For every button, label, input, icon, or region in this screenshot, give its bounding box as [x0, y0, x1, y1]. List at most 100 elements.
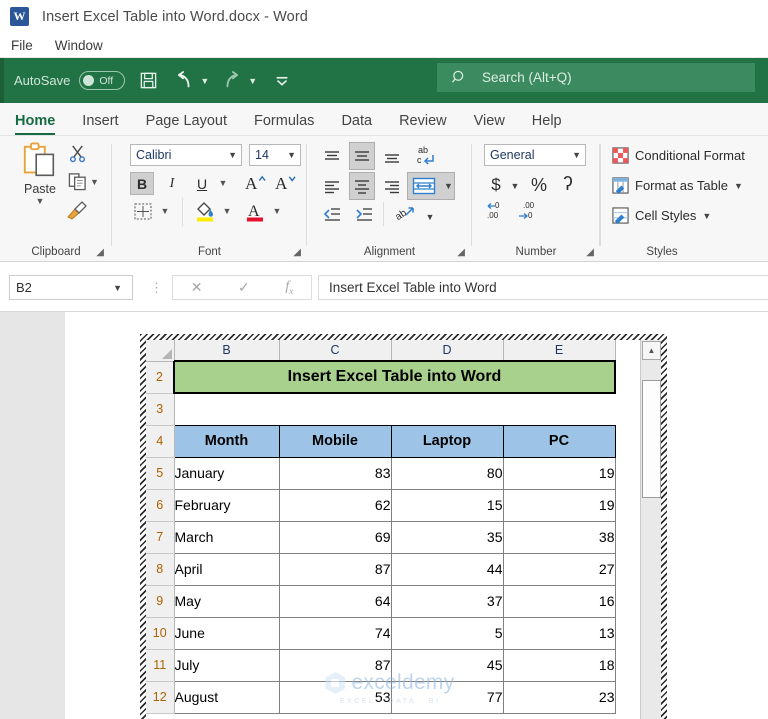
undo-dropdown-caret-icon[interactable]: ▼ — [200, 76, 209, 86]
cell-D8[interactable]: 44 — [391, 553, 504, 586]
cell-E8[interactable]: 27 — [503, 553, 616, 586]
tab-page-layout[interactable]: Page Layout — [146, 113, 227, 135]
row-header-6[interactable]: 6 — [146, 489, 175, 522]
increase-font-size-button[interactable]: A — [242, 170, 268, 195]
clipboard-dialog-launcher[interactable]: ◢ — [96, 247, 104, 258]
cell-C9[interactable]: 64 — [279, 585, 392, 618]
cell-E3[interactable] — [503, 393, 615, 425]
cell-B5[interactable]: January — [174, 457, 280, 490]
chevron-down-icon[interactable]: ▼ — [572, 150, 585, 160]
cell-D11[interactable]: 45 — [391, 649, 504, 682]
cell-E5[interactable]: 19 — [503, 457, 616, 490]
cell-C8[interactable]: 87 — [279, 553, 392, 586]
accounting-format-button[interactable]: $ — [486, 174, 506, 196]
format-as-table-caret-icon[interactable]: ▼ — [734, 181, 743, 191]
cell-styles-button[interactable]: Cell Styles ▼ — [612, 207, 711, 224]
merge-dropdown-caret-icon[interactable]: ▼ — [444, 181, 453, 191]
row-header-12[interactable]: 12 — [146, 681, 175, 714]
number-format-combobox[interactable]: General ▼ — [484, 144, 586, 166]
bold-button[interactable]: B — [130, 172, 154, 195]
cell-E10[interactable]: 13 — [503, 617, 616, 650]
sheet-vertical-scrollbar[interactable]: ▲ — [640, 340, 661, 719]
cell-B6[interactable]: February — [174, 489, 280, 522]
row-header-9[interactable]: 9 — [146, 585, 175, 618]
align-top-button[interactable] — [321, 146, 343, 167]
cancel-icon[interactable]: ✕ — [191, 279, 203, 296]
column-header-C[interactable]: C — [279, 340, 392, 362]
cell-B9[interactable]: May — [174, 585, 280, 618]
font-name-combobox[interactable]: Calibri ▼ — [130, 144, 242, 166]
comma-style-button[interactable]: ʔ — [558, 174, 578, 196]
cell-B2[interactable]: Insert Excel Table into Word — [173, 360, 616, 394]
font-dialog-launcher[interactable]: ◢ — [293, 247, 301, 258]
cell-E9[interactable]: 16 — [503, 585, 616, 618]
save-button[interactable] — [133, 66, 163, 96]
copy-dropdown-caret-icon[interactable]: ▼ — [90, 177, 99, 187]
tab-home[interactable]: Home — [15, 113, 56, 135]
tab-formulas[interactable]: Formulas — [254, 113, 314, 135]
cell-D12[interactable]: 77 — [391, 681, 504, 714]
menu-item-window[interactable]: Window — [55, 38, 103, 53]
select-all-corner[interactable] — [146, 340, 175, 362]
align-right-button[interactable] — [381, 176, 403, 197]
column-header-E[interactable]: E — [503, 340, 616, 362]
paste-dropdown-caret-icon[interactable]: ▼ — [14, 196, 66, 206]
increase-decimal-button[interactable]: 0 .00 — [484, 200, 512, 222]
row-header-11[interactable]: 11 — [146, 649, 175, 682]
cell-B4[interactable]: Month — [173, 424, 280, 458]
cell-C10[interactable]: 74 — [279, 617, 392, 650]
cell-E7[interactable]: 38 — [503, 521, 616, 554]
align-bottom-button[interactable] — [381, 146, 403, 167]
redo-dropdown-caret-icon[interactable]: ▼ — [248, 76, 257, 86]
copy-button[interactable] — [68, 172, 87, 191]
autosave-toggle[interactable]: Off — [79, 71, 126, 90]
row-header-2[interactable]: 2 — [146, 361, 175, 394]
cell-B8[interactable]: April — [174, 553, 280, 586]
menu-item-file[interactable]: File — [11, 38, 33, 53]
cell-D9[interactable]: 37 — [391, 585, 504, 618]
fill-color-button[interactable] — [192, 198, 218, 224]
cell-C12[interactable]: 53 — [279, 681, 392, 714]
font-color-button[interactable]: A — [242, 198, 268, 224]
merge-and-center-button[interactable]: ▼ — [407, 172, 455, 200]
cell-E12[interactable]: 23 — [503, 681, 616, 714]
cell-B3[interactable] — [174, 393, 279, 425]
tab-view[interactable]: View — [474, 113, 505, 135]
borders-button[interactable] — [130, 200, 156, 222]
font-color-dropdown-caret-icon[interactable]: ▼ — [270, 202, 284, 220]
chevron-down-icon[interactable]: ▼ — [228, 145, 241, 165]
redo-button[interactable] — [217, 66, 247, 96]
column-header-B[interactable]: B — [174, 340, 280, 362]
font-size-combobox[interactable]: 14 ▼ — [249, 144, 301, 166]
format-as-table-button[interactable]: Format as Table ▼ — [612, 177, 743, 194]
name-box[interactable]: B2 ▼ — [9, 275, 133, 300]
cell-C4[interactable]: Mobile — [278, 424, 392, 458]
borders-dropdown-caret-icon[interactable]: ▼ — [158, 202, 172, 220]
cell-D5[interactable]: 80 — [391, 457, 504, 490]
embedded-excel-object[interactable]: B C D E 2 Insert Excel Table into Word 3 — [140, 334, 667, 719]
cell-C6[interactable]: 62 — [279, 489, 392, 522]
underline-dropdown-caret-icon[interactable]: ▼ — [216, 174, 230, 192]
cell-B12[interactable]: August — [174, 681, 280, 714]
cell-B7[interactable]: March — [174, 521, 280, 554]
cell-E4[interactable]: PC — [502, 424, 616, 458]
wrap-text-button[interactable]: ab c — [413, 142, 439, 168]
cell-C5[interactable]: 83 — [279, 457, 392, 490]
decrease-decimal-button[interactable]: .00 0 — [516, 200, 544, 222]
row-header-3[interactable]: 3 — [146, 393, 175, 426]
accounting-dropdown-caret-icon[interactable]: ▼ — [508, 178, 522, 194]
chevron-down-icon[interactable]: ▼ — [287, 145, 300, 165]
row-header-10[interactable]: 10 — [146, 617, 175, 650]
cell-B11[interactable]: July — [174, 649, 280, 682]
paste-button[interactable]: Paste ▼ — [14, 142, 66, 206]
italic-button[interactable]: I — [160, 172, 184, 195]
tab-insert[interactable]: Insert — [82, 113, 118, 135]
orientation-dropdown-caret-icon[interactable]: ▼ — [419, 206, 441, 227]
row-header-8[interactable]: 8 — [146, 553, 175, 586]
cell-D6[interactable]: 15 — [391, 489, 504, 522]
tab-help[interactable]: Help — [532, 113, 562, 135]
cell-C7[interactable]: 69 — [279, 521, 392, 554]
cell-styles-caret-icon[interactable]: ▼ — [702, 211, 711, 221]
cell-E6[interactable]: 19 — [503, 489, 616, 522]
orientation-button[interactable]: ab — [393, 202, 417, 226]
